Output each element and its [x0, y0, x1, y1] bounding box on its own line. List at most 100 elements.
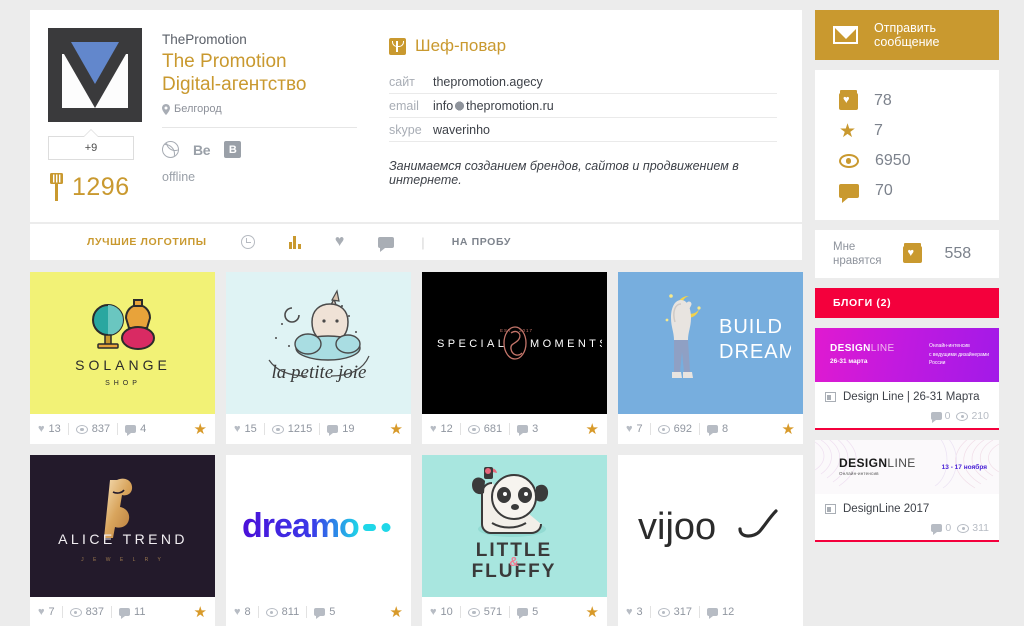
work-thumbnail[interactable]: SPECIAL MOMENTS EST. 2017 — [422, 272, 607, 414]
blog-body: DesignLine 2017 0 311 — [815, 494, 999, 540]
work-card[interactable]: ALICE TREND J E W E L R Y ♥ 7 837 11 ★ — [30, 455, 215, 626]
work-thumbnail[interactable]: la petite joie — [226, 272, 411, 414]
work-meta: ♥ 10 571 5 ★ — [422, 597, 607, 626]
eye-icon — [69, 607, 82, 617]
star-icon[interactable]: ★ — [586, 605, 599, 620]
blog-body: Design Line | 26-31 Марта 0 210 — [815, 382, 999, 428]
star-icon[interactable]: ★ — [390, 422, 403, 437]
work-comments-count: 5 — [329, 606, 336, 618]
work-thumbnail[interactable]: vijoo — [618, 455, 803, 597]
work-likes: ♥ 12 — [430, 423, 453, 435]
work-views: 692 — [657, 423, 693, 435]
work-card[interactable]: LITTLE FLUFFY & ♥ 10 571 5 ★ — [422, 455, 607, 626]
contact-site-value[interactable]: thepromotion.agecy — [433, 75, 543, 89]
dribbble-icon[interactable] — [162, 141, 179, 159]
work-thumbnail[interactable]: SOLANGE SHOP — [30, 272, 215, 414]
work-views: 837 — [75, 423, 110, 435]
svg-text:vijoo: vijoo — [638, 506, 716, 548]
heart-icon: ♥ — [234, 422, 241, 435]
eye-icon — [75, 424, 88, 434]
clock-icon — [240, 235, 255, 249]
behance-icon[interactable]: Be — [193, 142, 211, 158]
tab-comments[interactable] — [361, 224, 411, 260]
chef-badge-icon — [389, 37, 406, 55]
jar-heart-icon — [903, 242, 923, 263]
blog-comments-count: 0 — [945, 522, 952, 534]
heart-icon: ♥ — [626, 605, 633, 618]
envelope-icon — [833, 26, 859, 44]
work-views-count: 692 — [673, 423, 693, 435]
star-icon[interactable]: ★ — [586, 422, 599, 437]
blog-card[interactable]: DESIGNLINE 26-31 марта Онлайн-интенсив с… — [815, 328, 999, 430]
tab-liked[interactable]: ♥ — [318, 224, 362, 260]
tab-trial[interactable]: НА ПРОБУ — [435, 224, 528, 260]
work-thumbnail[interactable]: ALICE TREND J E W E L R Y — [30, 455, 215, 597]
comment-icon — [517, 425, 529, 436]
stat-views-value: 6950 — [875, 152, 911, 169]
work-comments: 8 — [707, 423, 729, 436]
comment-icon — [125, 425, 137, 436]
work-thumbnail[interactable]: LITTLE FLUFFY & — [422, 455, 607, 597]
location-pin-icon — [162, 103, 170, 115]
little-fluffy-logo-icon: LITTLE FLUFFY & — [471, 467, 554, 582]
blog-stats: 0 311 — [825, 522, 989, 535]
tab-popular[interactable] — [272, 224, 318, 260]
avatar[interactable] — [48, 28, 142, 122]
comment-icon — [327, 425, 339, 436]
star-icon[interactable]: ★ — [194, 422, 207, 437]
star-icon[interactable]: ★ — [390, 605, 403, 620]
blog-card[interactable]: DESIGNLINE Онлайн-интенсив 13 - 17 ноябр… — [815, 440, 999, 542]
blogs-header[interactable]: БЛОГИ (2) — [815, 288, 999, 318]
extra-avatars-badge[interactable]: +9 — [48, 136, 134, 160]
job-title-row: Шеф-повар — [389, 36, 777, 56]
work-meta: ♥ 13 837 4 ★ — [30, 414, 215, 444]
contact-email: email info thepromotion.ru — [389, 94, 777, 118]
work-likes: ♥ 7 — [626, 423, 643, 435]
eye-icon — [657, 607, 670, 617]
work-meta: ♥ 12 681 3 ★ — [422, 414, 607, 444]
contact-skype: skype waverinho — [389, 118, 777, 142]
work-card[interactable]: la petite joie ♥ 15 1215 19 ★ — [226, 272, 411, 444]
work-comments-count: 19 — [342, 423, 355, 435]
work-card[interactable]: SOLANGE SHOP ♥ 13 837 4 ★ — [30, 272, 215, 444]
contact-email-domain: thepromotion.ru — [466, 98, 554, 113]
send-message-button[interactable]: Отправить сообщение — [815, 10, 999, 60]
star-icon[interactable]: ★ — [782, 422, 795, 437]
work-card[interactable]: vijoo ♥ 3 317 12 — [618, 455, 803, 626]
stat-comments-value: 70 — [875, 182, 893, 199]
blog-views: 210 — [956, 410, 989, 422]
work-comments-count: 8 — [722, 423, 729, 435]
work-card[interactable]: BUILD DREAM ♥ 7 692 8 ★ — [618, 272, 803, 444]
work-meta: ♥ 7 837 11 ★ — [30, 597, 215, 626]
work-card[interactable]: SPECIAL MOMENTS EST. 2017 ♥12 681 3 — [422, 272, 607, 444]
work-comments: 11 — [119, 606, 146, 619]
tab-trial-label: НА ПРОБУ — [451, 236, 511, 248]
tab-recent[interactable] — [224, 224, 272, 260]
work-card[interactable]: dreamo ♥ 8 811 5 ★ — [226, 455, 411, 626]
vk-icon[interactable]: В — [224, 141, 242, 159]
work-thumbnail[interactable]: BUILD DREAM — [618, 272, 803, 414]
work-likes-count: 10 — [440, 606, 453, 618]
blog-title[interactable]: Design Line | 26-31 Марта — [843, 391, 980, 403]
heart-icon: ♥ — [234, 605, 241, 618]
work-likes: ♥ 8 — [234, 606, 251, 618]
work-views-count: 681 — [483, 423, 503, 435]
blog-banner-subtitle: Онлайн-интенсив с ведущими дизайнерами Р… — [928, 343, 989, 366]
heart-icon: ♥ — [334, 233, 345, 250]
extra-avatars-count: +9 — [84, 142, 98, 154]
tab-best-logos[interactable]: ЛУЧШИЕ ЛОГОТИПЫ — [70, 224, 224, 260]
article-icon — [825, 392, 836, 402]
work-thumbnail[interactable]: dreamo — [226, 455, 411, 597]
rank-value: 1296 — [72, 172, 130, 201]
likes-card[interactable]: Мненравятся 558 — [815, 230, 999, 278]
contact-block: Шеф-повар сайт thepromotion.agecy email … — [377, 10, 802, 222]
stats-card: 78 ★ 7 6950 70 — [815, 70, 999, 220]
blog-comments: 0 — [931, 522, 952, 535]
work-comments-count: 11 — [134, 606, 146, 618]
comment-icon — [517, 608, 529, 619]
blog-title[interactable]: DesignLine 2017 — [843, 503, 929, 515]
main-column: +9 1296 ThePromotion The Promotion Digit… — [30, 10, 803, 626]
star-icon[interactable]: ★ — [194, 605, 207, 620]
work-likes-count: 7 — [48, 606, 55, 618]
blog-banner: DESIGNLINE 26-31 марта Онлайн-интенсив с… — [815, 328, 999, 382]
